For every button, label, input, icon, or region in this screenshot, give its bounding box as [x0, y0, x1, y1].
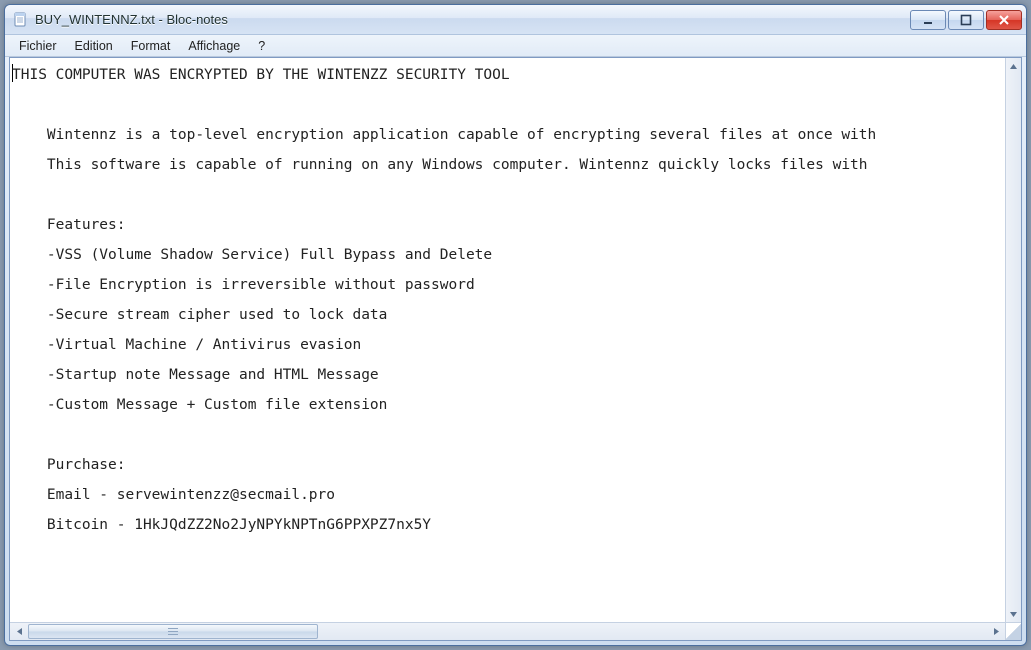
titlebar[interactable]: BUY_WINTENNZ.txt - Bloc-notes [5, 5, 1026, 35]
window-title: BUY_WINTENNZ.txt - Bloc-notes [35, 12, 910, 27]
horizontal-scrollbar[interactable] [10, 622, 1005, 640]
notepad-icon [13, 12, 29, 28]
menu-edition[interactable]: Edition [67, 38, 121, 54]
menu-affichage[interactable]: Affichage [180, 38, 248, 54]
horizontal-scroll-thumb[interactable] [28, 624, 318, 639]
close-button[interactable] [986, 10, 1022, 30]
menubar: Fichier Edition Format Affichage ? [5, 35, 1026, 57]
notepad-window: BUY_WINTENNZ.txt - Bloc-notes Fichier Ed… [4, 4, 1027, 646]
horizontal-scroll-track[interactable] [28, 623, 987, 640]
menu-format[interactable]: Format [123, 38, 179, 54]
window-buttons [910, 10, 1022, 30]
vertical-scrollbar[interactable] [1005, 58, 1021, 622]
scroll-right-arrow-icon[interactable] [987, 623, 1005, 640]
client-area: THIS COMPUTER WAS ENCRYPTED BY THE WINTE… [9, 57, 1022, 641]
menu-fichier[interactable]: Fichier [11, 38, 65, 54]
menu-help[interactable]: ? [250, 38, 273, 54]
minimize-button[interactable] [910, 10, 946, 30]
scroll-left-arrow-icon[interactable] [10, 623, 28, 640]
vertical-scroll-track[interactable] [1006, 74, 1021, 606]
scroll-down-arrow-icon[interactable] [1006, 606, 1021, 622]
size-grip-icon[interactable] [1005, 622, 1021, 640]
maximize-button[interactable] [948, 10, 984, 30]
text-area[interactable]: THIS COMPUTER WAS ENCRYPTED BY THE WINTE… [10, 58, 1005, 622]
scroll-up-arrow-icon[interactable] [1006, 58, 1021, 74]
document-text[interactable]: THIS COMPUTER WAS ENCRYPTED BY THE WINTE… [12, 60, 1003, 540]
